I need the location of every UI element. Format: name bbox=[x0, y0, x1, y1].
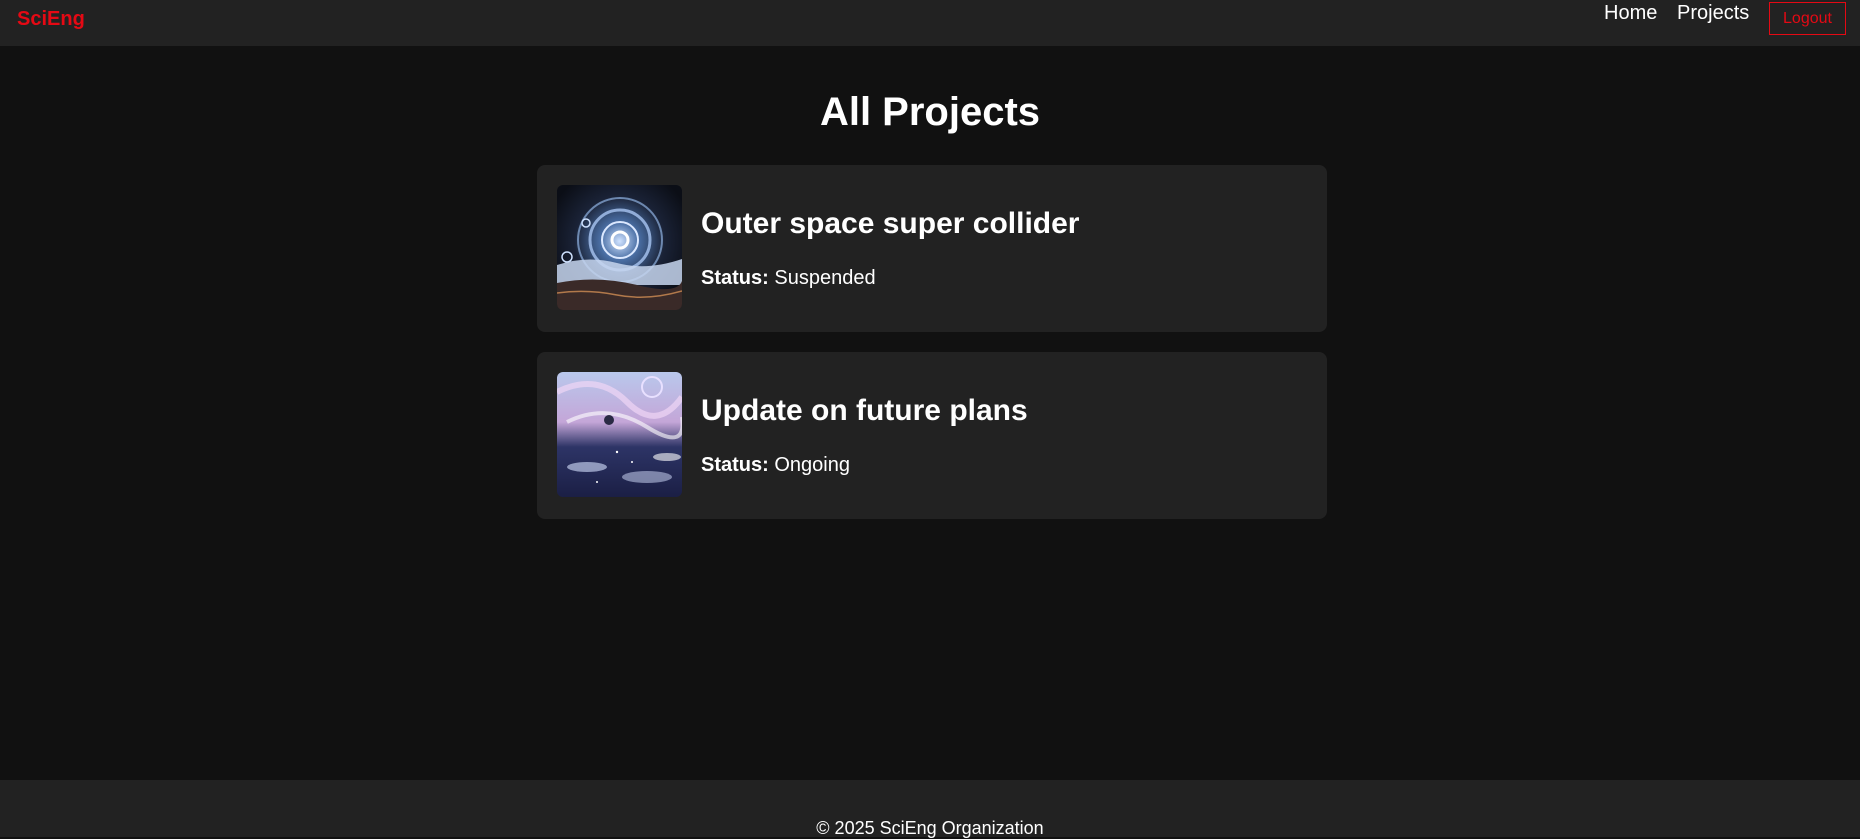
footer: © 2025 SciEng Organization bbox=[0, 780, 1860, 838]
copyright-text: © 2025 SciEng Organization bbox=[816, 818, 1044, 838]
project-title[interactable]: Update on future plans bbox=[701, 394, 1028, 428]
page-title: All Projects bbox=[819, 90, 1041, 134]
navbar: SciEng Home Projects Logout bbox=[0, 0, 1860, 46]
project-status: Status: Suspended bbox=[701, 267, 876, 290]
project-thumbnail bbox=[557, 185, 682, 310]
nav-link-projects[interactable]: Projects bbox=[1677, 2, 1749, 25]
project-status: Status: Ongoing bbox=[701, 454, 850, 477]
brand-logo[interactable]: SciEng bbox=[17, 8, 85, 31]
status-label: Status: bbox=[701, 454, 769, 476]
project-card[interactable]: Update on future plans Status: Ongoing bbox=[537, 352, 1327, 519]
status-value: Ongoing bbox=[774, 454, 850, 476]
project-thumbnail bbox=[557, 372, 682, 497]
project-title[interactable]: Outer space super collider bbox=[701, 207, 1079, 241]
status-value: Suspended bbox=[774, 267, 876, 289]
status-label: Status: bbox=[701, 267, 769, 289]
nav-link-home[interactable]: Home bbox=[1604, 2, 1657, 25]
project-card[interactable]: Outer space super collider Status: Suspe… bbox=[537, 165, 1327, 332]
logout-button[interactable]: Logout bbox=[1769, 2, 1846, 35]
